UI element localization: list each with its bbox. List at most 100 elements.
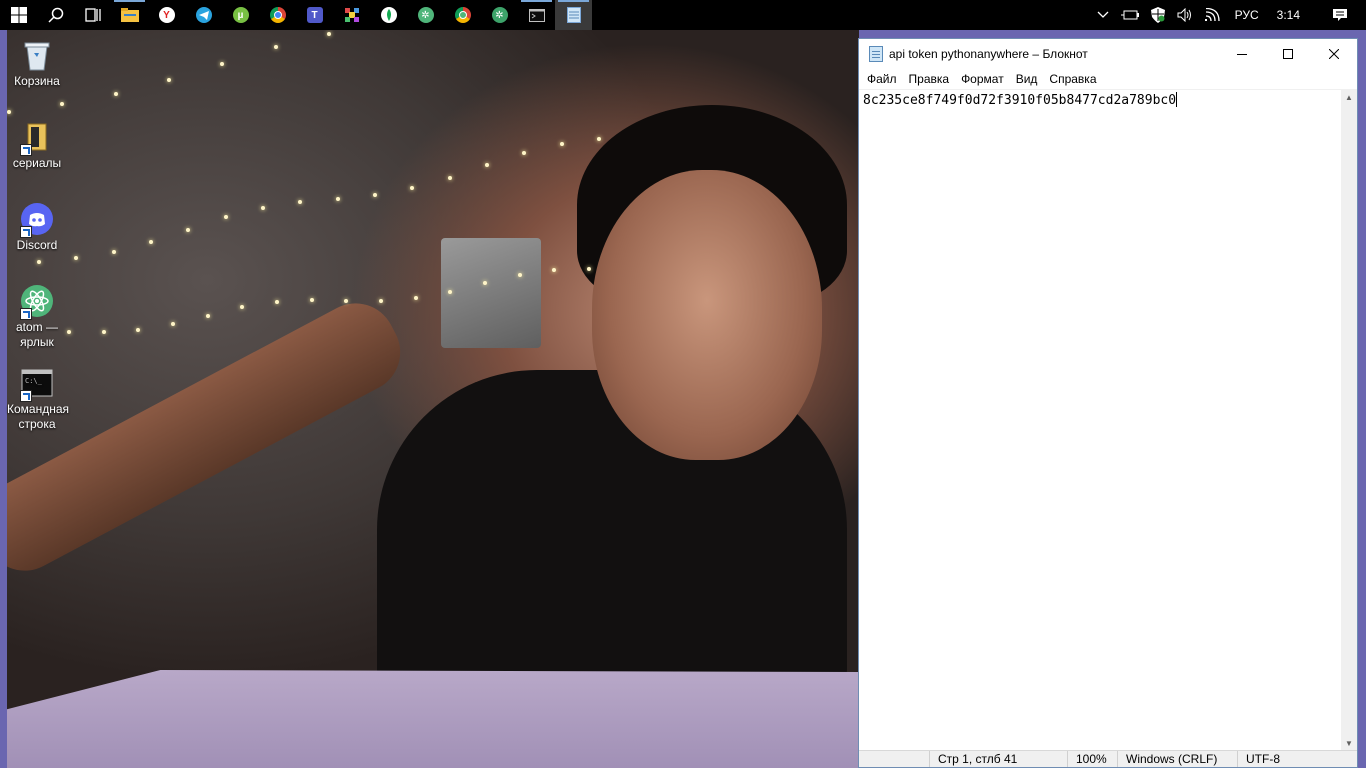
chrome-icon [269, 7, 286, 23]
scroll-down-icon[interactable]: ▼ [1341, 735, 1357, 751]
desktop-icon-label: Корзина [14, 74, 60, 88]
clock[interactable]: 3:14 [1267, 0, 1314, 30]
search-icon [47, 7, 63, 23]
string-light [552, 268, 557, 273]
close-button[interactable] [1311, 39, 1357, 69]
desktop-icon-label: Discord [16, 238, 58, 252]
string-light [273, 45, 278, 50]
wallpaper-face [592, 170, 822, 460]
folder-shortcut-icon [20, 120, 54, 156]
string-light [344, 298, 349, 303]
string-light [205, 313, 210, 318]
input-language[interactable]: РУС [1227, 0, 1267, 30]
discord-icon [20, 202, 54, 238]
string-light [448, 289, 453, 294]
taskbar-mongodb[interactable] [370, 0, 407, 30]
desktop-icon-serialy[interactable]: сериалы [7, 120, 67, 171]
recycle-bin-icon [20, 38, 54, 72]
task-view-button[interactable] [74, 0, 111, 30]
string-light [522, 151, 527, 156]
notification-icon [1333, 9, 1347, 21]
vertical-scrollbar[interactable]: ▲ ▼ [1341, 89, 1357, 751]
string-light [379, 298, 383, 303]
string-light [447, 175, 452, 180]
shield-icon [1150, 7, 1165, 23]
status-line-endings: Windows (CRLF) [1117, 751, 1237, 767]
menu-view[interactable]: Вид [1010, 72, 1044, 86]
maximize-button[interactable] [1265, 39, 1311, 69]
taskbar-telegram[interactable] [185, 0, 222, 30]
chrome-profile-icon [454, 7, 471, 23]
desktop-wallpaper [7, 30, 859, 768]
wallpaper-table [7, 670, 859, 768]
window-title-bar[interactable]: api token pythonanywhere – Блокнот [859, 39, 1357, 69]
mongodb-compass-icon [380, 7, 397, 23]
string-light [223, 215, 228, 220]
string-light [413, 295, 418, 300]
wallpaper-plaque [441, 238, 541, 348]
command-prompt-icon [528, 8, 545, 22]
status-cursor-position: Стр 1, стлб 41 [929, 751, 1067, 767]
volume-tray-button[interactable] [1171, 0, 1199, 30]
string-light [60, 102, 65, 107]
desktop-icon-cmd[interactable]: C:\_ Командная строка [7, 366, 69, 432]
taskbar-atom-green[interactable]: ✲ [481, 0, 518, 30]
taskbar-pixel-app[interactable] [333, 0, 370, 30]
string-light [587, 266, 591, 271]
taskbar-atom[interactable]: ✲ [407, 0, 444, 30]
string-light [261, 206, 265, 211]
scroll-up-icon[interactable]: ▲ [1341, 89, 1357, 105]
taskbar-chrome-profile[interactable] [444, 0, 481, 30]
taskbar-file-explorer[interactable] [111, 0, 148, 30]
menu-help[interactable]: Справка [1043, 72, 1102, 86]
notepad-window: api token pythonanywhere – Блокнот Файл … [858, 38, 1358, 768]
string-light [559, 142, 564, 147]
string-light [74, 256, 79, 261]
pixel-app-icon [344, 8, 359, 22]
security-tray-button[interactable] [1145, 0, 1171, 30]
taskbar-command-prompt[interactable] [518, 0, 555, 30]
string-light [113, 91, 118, 96]
desktop-icon-label: сериалы [12, 156, 62, 170]
shortcut-arrow-icon [20, 390, 32, 402]
document-text: 8c235ce8f749f0d72f3910f05b8477cd2a789bc0 [863, 93, 1177, 108]
string-light [111, 249, 116, 254]
string-light [7, 110, 11, 114]
menu-file[interactable]: Файл [861, 72, 903, 86]
string-light [373, 192, 377, 197]
battery-tray-button[interactable] [1115, 0, 1145, 30]
menu-format[interactable]: Формат [955, 72, 1010, 86]
taskbar-utorrent[interactable]: µ [222, 0, 259, 30]
desktop-icon-discord[interactable]: Discord [7, 202, 67, 253]
taskbar-notepad[interactable] [555, 0, 592, 30]
text-caret [1176, 92, 1178, 107]
show-hidden-icons-button[interactable] [1091, 0, 1115, 30]
string-light [309, 298, 314, 303]
status-encoding: UTF-8 [1237, 751, 1357, 767]
taskbar-chrome[interactable] [259, 0, 296, 30]
desktop-icon-recycle-bin[interactable]: Корзина [7, 38, 67, 89]
taskbar: Y µ T ✲ ✲ РУС 3:14 [0, 0, 1366, 30]
string-light [327, 32, 331, 37]
atom-green-icon: ✲ [491, 7, 508, 23]
desktop-icon-atom[interactable]: atom — ярлык [7, 284, 67, 350]
taskbar-teams[interactable]: T [296, 0, 333, 30]
string-light [149, 240, 153, 245]
string-light [171, 322, 175, 327]
desktop-icon-label: atom — ярлык [15, 320, 58, 349]
wifi-tray-button[interactable] [1199, 0, 1227, 30]
shortcut-arrow-icon [20, 144, 32, 156]
menu-edit[interactable]: Правка [903, 72, 956, 86]
chevron-up-icon [1097, 11, 1109, 18]
start-button[interactable] [0, 0, 37, 30]
string-light [410, 185, 415, 190]
text-editor-area[interactable]: 8c235ce8f749f0d72f3910f05b8477cd2a789bc0 [859, 89, 1341, 751]
action-center-button[interactable] [1314, 0, 1366, 30]
taskbar-yandex-browser[interactable]: Y [148, 0, 185, 30]
string-light [275, 300, 279, 305]
string-light [167, 78, 171, 83]
search-button[interactable] [37, 0, 74, 30]
teams-icon: T [306, 7, 323, 23]
shortcut-arrow-icon [20, 308, 32, 320]
minimize-button[interactable] [1219, 39, 1265, 69]
